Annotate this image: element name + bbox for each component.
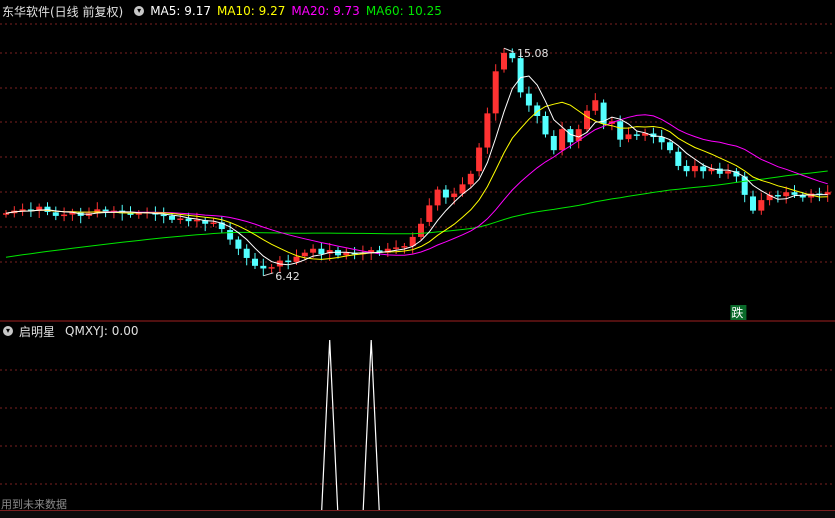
candle-up [343,252,350,256]
candle-down [227,230,234,240]
candle-down [617,121,624,140]
candle-down [550,135,557,151]
candle-up [484,113,491,148]
candle-down [252,258,258,266]
ma60-label: MA60: 10.25 [365,4,442,18]
candle-up [691,165,698,172]
ma10-label: MA10: 9.27 [216,4,286,18]
candle-up [492,71,499,114]
ma20-line [5,114,828,256]
high-price-label: 15.08 [517,47,549,60]
candle-down [260,265,267,269]
candle-down [169,215,175,220]
candle-up [559,129,566,151]
candle-up [476,147,483,172]
candle-up [451,193,458,198]
low-pointer [263,272,274,277]
price-chart-pane[interactable]: 15.08 6.42 跌 东华软件(日线 前复权) ▾ MA5: 9.17 MA10… [0,0,835,322]
candle-up [293,256,300,262]
signal-badge-label: 跌 [731,305,743,320]
candle-down [509,52,516,59]
main-legend: 东华软件(日线 前复权) ▾ MA5: 9.17 MA10: 9.27 MA20… [0,2,448,20]
candle-up [393,247,400,249]
chevron-down-icon[interactable]: ▾ [134,6,145,16]
candle-down [567,129,574,143]
stock-title: 东华软件(日线 前复权) [2,4,124,19]
candle-down [52,212,59,216]
candle-down [185,218,192,222]
candle-up [310,248,317,253]
indicator-chart[interactable] [0,322,835,512]
candle-down [243,248,250,258]
candle-down [667,142,673,151]
candle-down [774,194,781,197]
candle-up [401,246,408,248]
candle-down [675,151,682,166]
candle-down [517,58,524,93]
candle-down [525,93,532,106]
candle-up [3,213,9,215]
candle-down [160,214,167,217]
candle-up [592,100,599,111]
candle-up [758,200,765,211]
candle-up [584,110,590,130]
indicator-legend: ▾ 启明星 QMXYJ: 0.00 [0,322,144,340]
candle-up [177,218,184,221]
candle-up [725,171,732,174]
candle-down [285,260,292,263]
low-price-label: 6.42 [275,270,300,283]
candle-up [467,173,474,185]
ma20-label: MA20: 9.73 [291,4,360,18]
candle-down [683,165,690,172]
ma5-label: MA5: 9.17 [150,4,211,18]
chevron-down-icon[interactable]: ▾ [3,326,13,336]
candle-up [210,222,217,224]
candle-up [625,134,632,140]
candle-up [783,192,790,197]
indicator-value: QMXYJ: 0.00 [65,324,139,338]
candle-down [442,189,449,198]
candle-up [434,189,441,206]
candle-down [318,248,325,254]
ma10-line [5,101,828,260]
indicator-pane[interactable]: ▾ 启明星 QMXYJ: 0.00 [0,322,835,512]
candle-up [501,52,507,70]
candle-down [750,196,756,211]
candle-down [235,239,242,249]
candle-up [135,213,142,215]
candle-up [193,219,200,222]
candle-down [700,166,707,172]
candle-down [791,192,798,195]
candle-up [61,214,68,217]
candle-up [418,223,424,237]
candle-down [127,213,134,215]
candle-down [633,134,640,136]
candle-up [426,205,433,222]
candle-down [542,116,549,135]
candle-up [268,267,275,269]
candlestick-chart[interactable]: 15.08 6.42 跌 [0,0,835,322]
indicator-title: 启明星 [19,324,56,339]
candle-up [301,252,308,257]
